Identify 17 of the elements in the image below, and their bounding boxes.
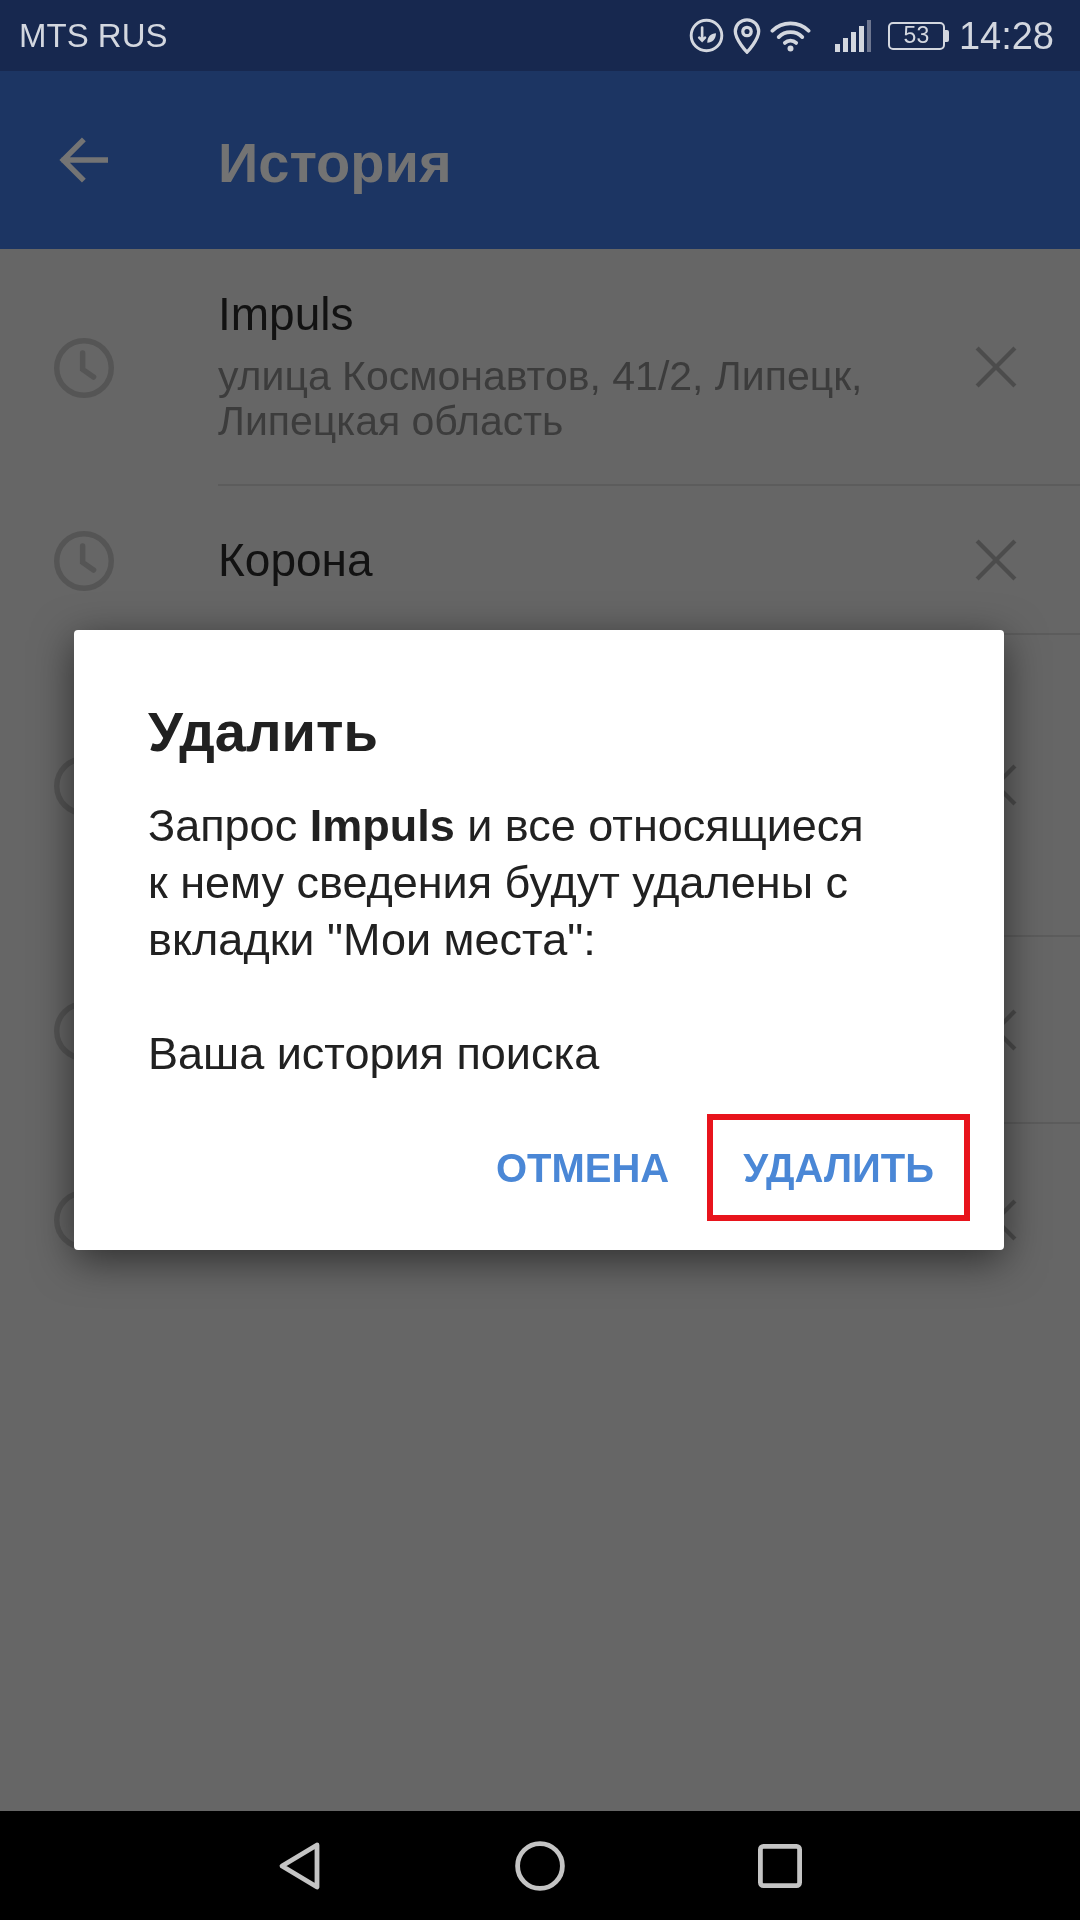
wifi-icon bbox=[769, 19, 811, 52]
history-title[interactable]: Impuls bbox=[218, 285, 354, 343]
clock-time: 14:28 bbox=[958, 16, 1054, 55]
battery-indicator: 53 bbox=[887, 21, 949, 50]
dialog-detail: Ваша история поиска bbox=[148, 1027, 600, 1081]
history-title[interactable]: Корона bbox=[218, 531, 373, 589]
dialog-title: Удалить bbox=[148, 700, 378, 764]
signal-icon bbox=[834, 19, 871, 52]
location-pin-icon bbox=[732, 17, 761, 54]
dialog-message: Запрос Impuls и все относящиеся к нему сведения будут удалены с вкладки "Мои места": bbox=[148, 799, 865, 967]
dialog-button[interactable]: ОТМЕНА bbox=[459, 1114, 706, 1221]
home-icon[interactable] bbox=[515, 1840, 565, 1891]
carrier-name: MTS RUS bbox=[19, 19, 168, 52]
back-icon[interactable] bbox=[278, 1840, 322, 1891]
leaf-circle-icon bbox=[688, 18, 724, 53]
recents-icon[interactable] bbox=[758, 1843, 802, 1888]
dialog-button[interactable]: УДАЛИТЬ bbox=[707, 1114, 970, 1221]
